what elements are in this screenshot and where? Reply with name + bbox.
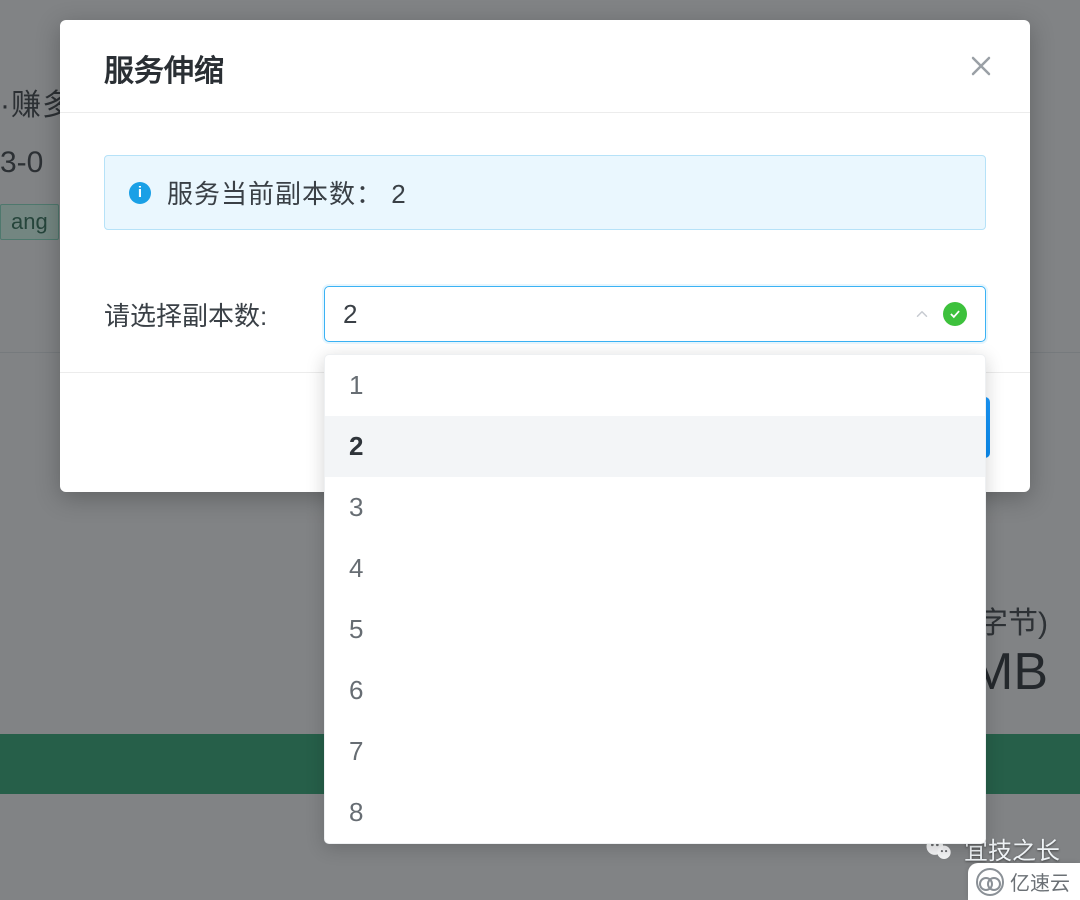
dropdown-option[interactable]: 4: [325, 538, 985, 599]
brand-icon: [976, 868, 1004, 896]
modal-header: 服务伸缩: [60, 20, 1030, 113]
info-banner-text: 服务当前副本数： 2: [167, 174, 407, 211]
dropdown-option[interactable]: 2: [325, 416, 985, 477]
close-button[interactable]: [966, 53, 996, 83]
replica-select-value: 2: [343, 299, 357, 330]
modal-body: i 服务当前副本数： 2 请选择副本数: 2: [60, 113, 1030, 372]
replica-select-dropdown: 12345678: [324, 354, 986, 844]
replica-select-label: 请选择副本数:: [104, 296, 324, 333]
modal-title: 服务伸缩: [104, 46, 224, 90]
dropdown-option[interactable]: 8: [325, 782, 985, 843]
dropdown-option[interactable]: 5: [325, 599, 985, 660]
replica-select-row: 请选择副本数: 2 12345678: [104, 286, 986, 342]
replica-select-wrap: 2 12345678: [324, 286, 986, 342]
dropdown-option[interactable]: 1: [325, 355, 985, 416]
chevron-up-icon: [913, 305, 931, 323]
replica-select[interactable]: 2: [324, 286, 986, 342]
select-indicators: [913, 302, 967, 326]
close-icon: [969, 54, 993, 83]
brand-name: 亿速云: [1010, 867, 1070, 896]
dropdown-option[interactable]: 7: [325, 721, 985, 782]
info-icon: i: [129, 182, 151, 204]
corner-brand: 亿速云: [968, 863, 1080, 900]
dropdown-option[interactable]: 6: [325, 660, 985, 721]
valid-icon: [943, 302, 967, 326]
dropdown-option[interactable]: 3: [325, 477, 985, 538]
info-banner: i 服务当前副本数： 2: [104, 155, 986, 230]
service-scale-modal: 服务伸缩 i 服务当前副本数： 2 请选择副本数: 2: [60, 20, 1030, 492]
